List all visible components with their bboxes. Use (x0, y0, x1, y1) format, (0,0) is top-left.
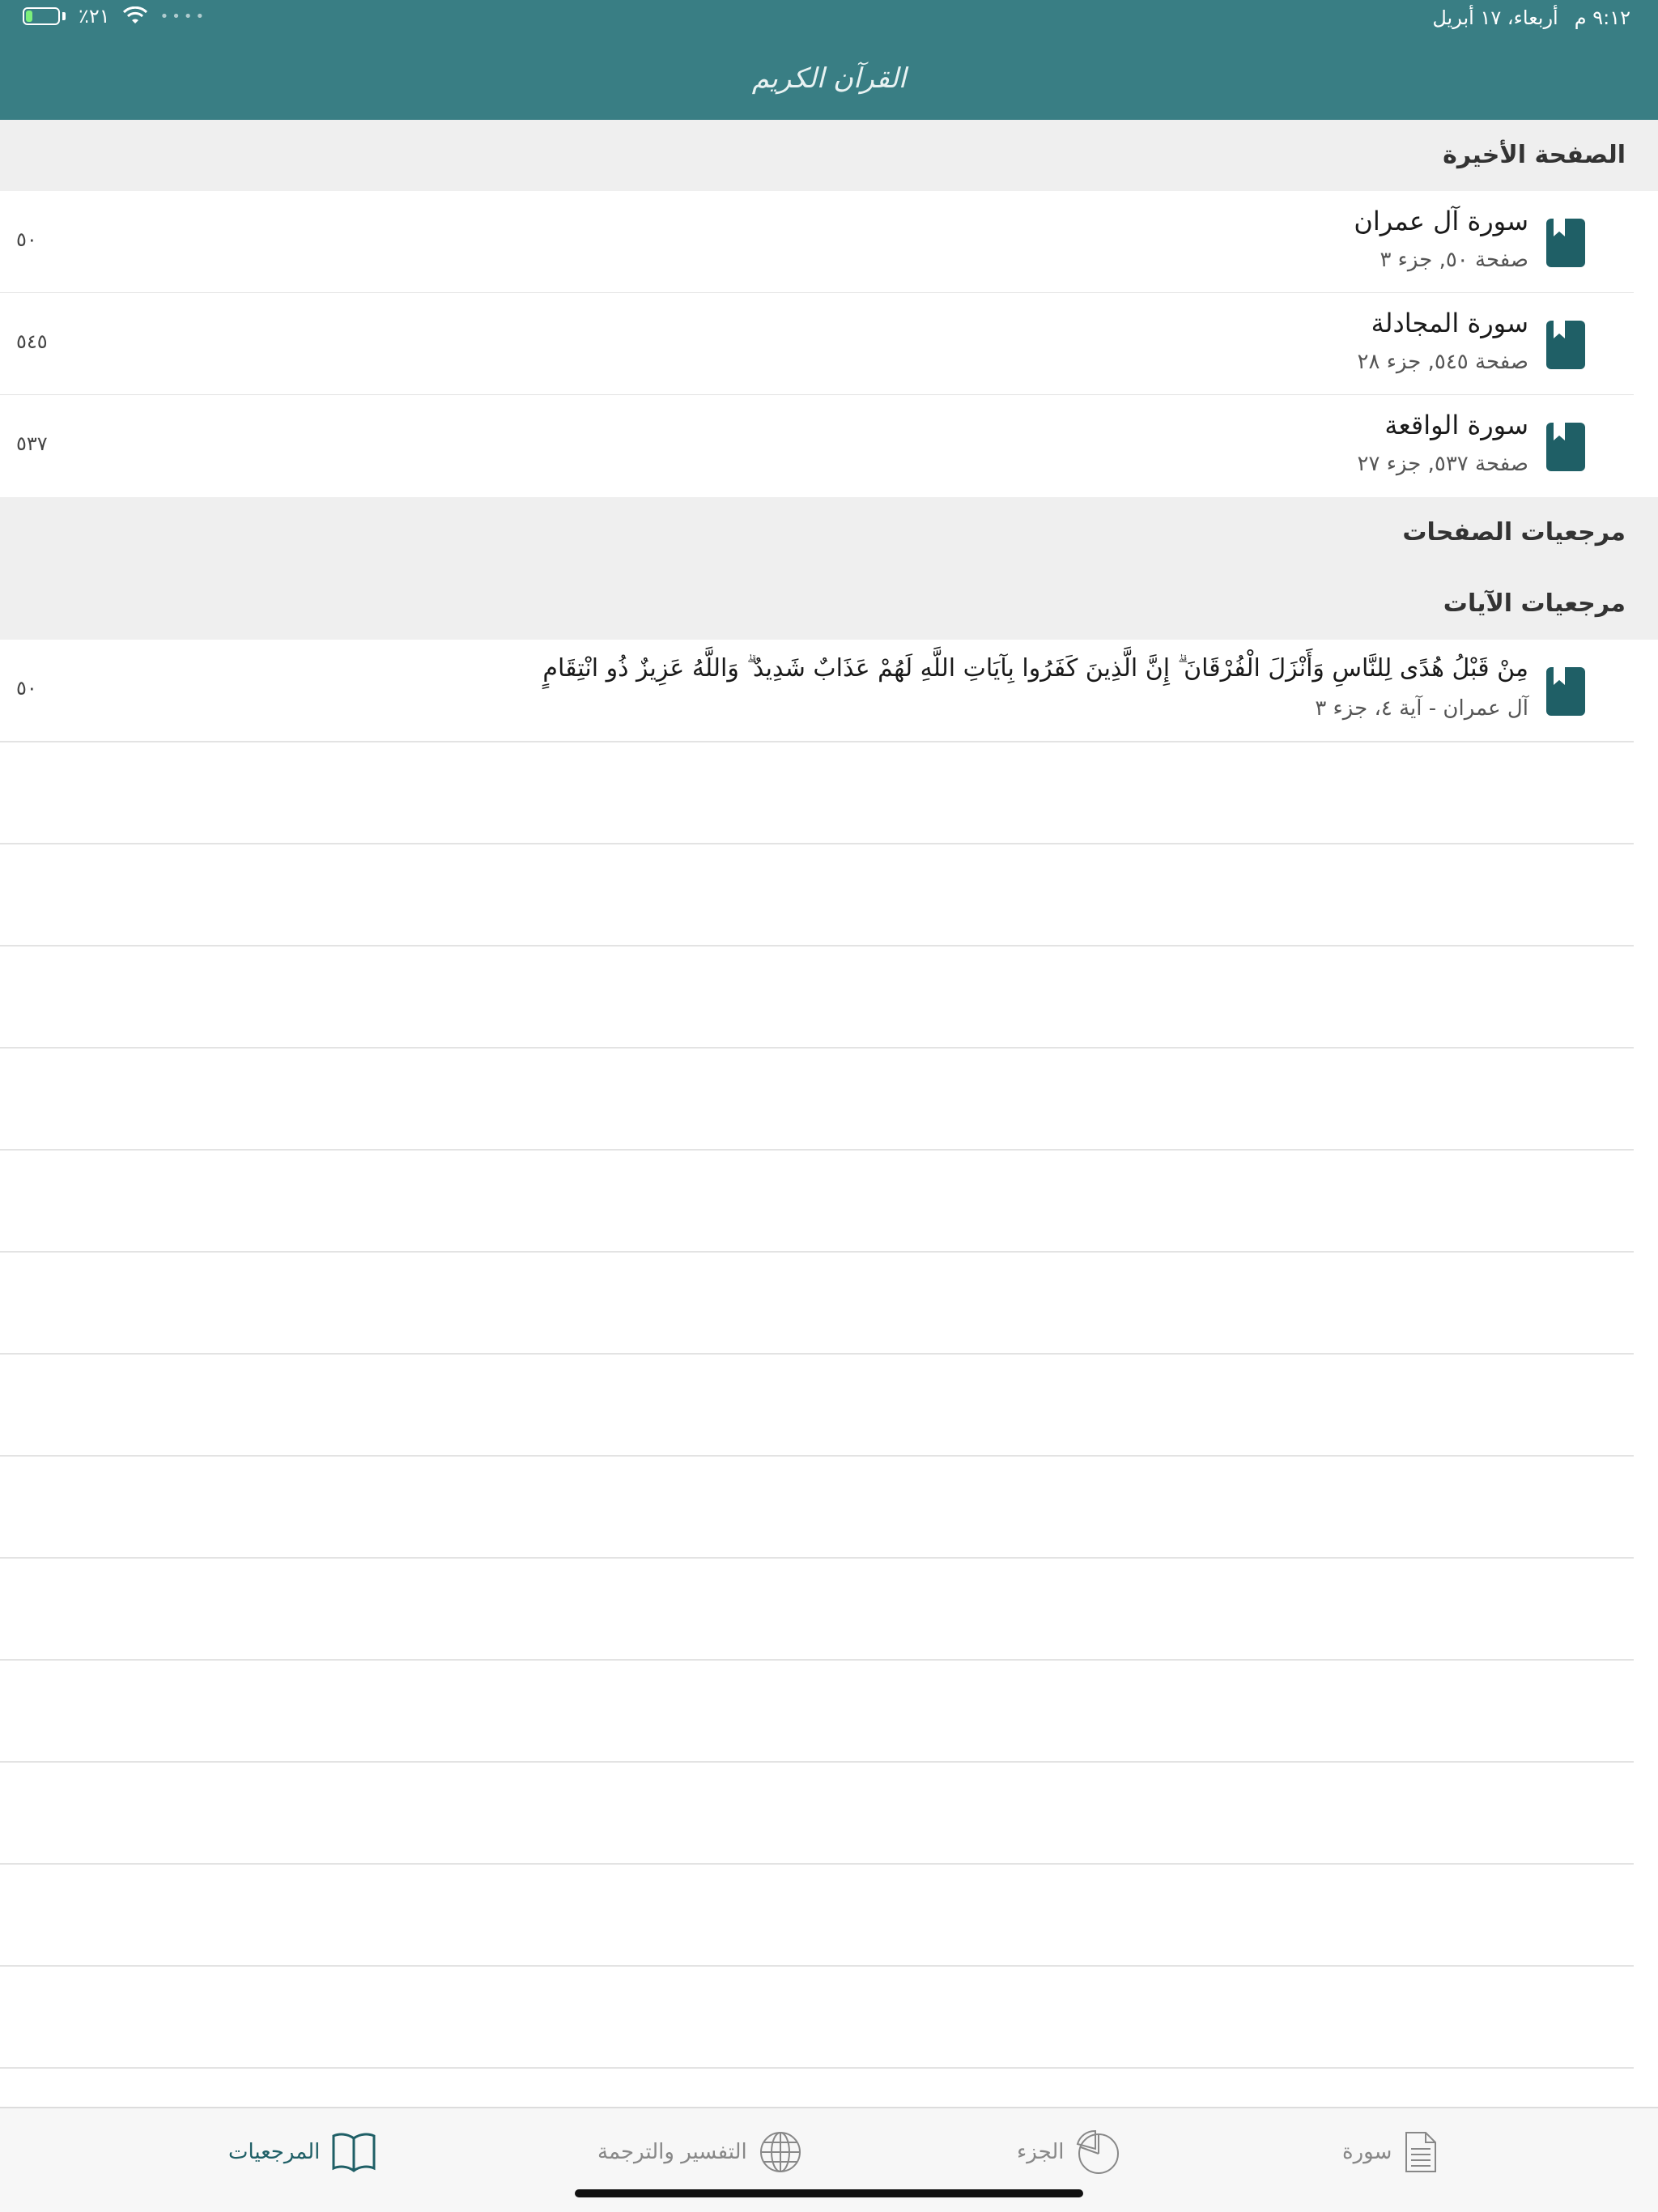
empty-row-divider (0, 1149, 1634, 1151)
bookmark-icon (1546, 667, 1585, 716)
home-indicator[interactable] (575, 2189, 1083, 2197)
empty-row-divider (0, 843, 1634, 844)
row-subtitle: صفحة ٥٣٧, جزء ٢٧ (1357, 452, 1529, 476)
pie-icon (1076, 2129, 1119, 2174)
row-page-number: ٥٠ (16, 228, 37, 251)
bookmark-icon (1546, 423, 1585, 471)
bookmark-icon (1546, 219, 1585, 267)
status-datetime: ٩:١٢ م أربعاء، ١٧ أبريل (1432, 6, 1630, 29)
empty-row-divider (0, 1659, 1634, 1661)
empty-row-divider (0, 1251, 1634, 1253)
tab-surah[interactable]: سورة (1342, 2128, 1439, 2176)
empty-row-divider (0, 945, 1634, 946)
row-title: سورة آل عمران (1354, 206, 1528, 236)
tab-tafsir[interactable]: التفسير والترجمة (597, 2128, 802, 2176)
last-page-row[interactable]: سورة آل عمران صفحة ٥٠, جزء ٣ ٥٠ (0, 191, 1658, 293)
row-page-number: ٥٤٥ (16, 330, 48, 353)
section-page-bookmarks: مرجعيات الصفحات (0, 497, 1658, 568)
empty-row-divider (0, 1455, 1634, 1457)
status-time: ٩:١٢ م (1574, 6, 1630, 29)
status-date: أربعاء، ١٧ أبريل (1432, 6, 1558, 29)
row-subtitle: آل عمران - آية ٤، جزء ٣ (1315, 696, 1528, 721)
row-subtitle: صفحة ٥٤٥, جزء ٢٨ (1357, 350, 1529, 374)
empty-row-divider (0, 1761, 1634, 1763)
tab-juz[interactable]: الجزء (1017, 2128, 1121, 2176)
app-header: ٩:١٢ م أربعاء، ١٧ أبريل ٪٢١ •••• القرآن … (0, 0, 1658, 120)
book-icon (332, 2133, 376, 2172)
globe-icon (759, 2132, 801, 2172)
quran-logo: القرآن الكريم (751, 62, 907, 95)
document-icon (1405, 2132, 1437, 2172)
ayah-bookmark-row[interactable]: مِنْ قَبْلُ هُدًى لِلنَّاسِ وَأَنْزَلَ ا… (0, 640, 1658, 742)
section-last-page: الصفحة الأخيرة (0, 120, 1658, 191)
bookmark-icon (1546, 321, 1585, 369)
tab-bookmarks[interactable]: المرجعيات (228, 2128, 376, 2176)
empty-row-divider (0, 1047, 1634, 1049)
row-subtitle: صفحة ٥٠, جزء ٣ (1380, 248, 1528, 272)
empty-row-divider (0, 1863, 1634, 1865)
last-page-row[interactable]: سورة الواقعة صفحة ٥٣٧, جزء ٢٧ ٥٣٧ (0, 395, 1658, 497)
row-page-number: ٥٠ (16, 677, 37, 700)
last-page-row[interactable]: سورة المجادلة صفحة ٥٤٥, جزء ٢٨ ٥٤٥ (0, 293, 1658, 395)
row-title: سورة المجادلة (1371, 308, 1528, 338)
empty-row-divider (0, 741, 1634, 742)
empty-row-divider (0, 1557, 1634, 1559)
empty-row-divider (0, 2067, 1634, 2069)
battery-icon (23, 7, 66, 25)
ayah-text: مِنْ قَبْلُ هُدًى لِلنَّاسِ وَأَنْزَلَ ا… (542, 654, 1528, 683)
row-page-number: ٥٣٧ (16, 432, 48, 455)
battery-percent: ٪٢١ (79, 5, 110, 28)
signal-icon: •••• (159, 7, 208, 25)
row-title: سورة الواقعة (1384, 410, 1528, 440)
empty-row-divider (0, 1965, 1634, 1967)
wifi-icon (122, 6, 147, 23)
empty-row-divider (0, 1353, 1634, 1355)
status-indicators: ٪٢١ •••• (23, 5, 207, 28)
section-ayah-bookmarks: مرجعيات الآيات (0, 568, 1658, 640)
